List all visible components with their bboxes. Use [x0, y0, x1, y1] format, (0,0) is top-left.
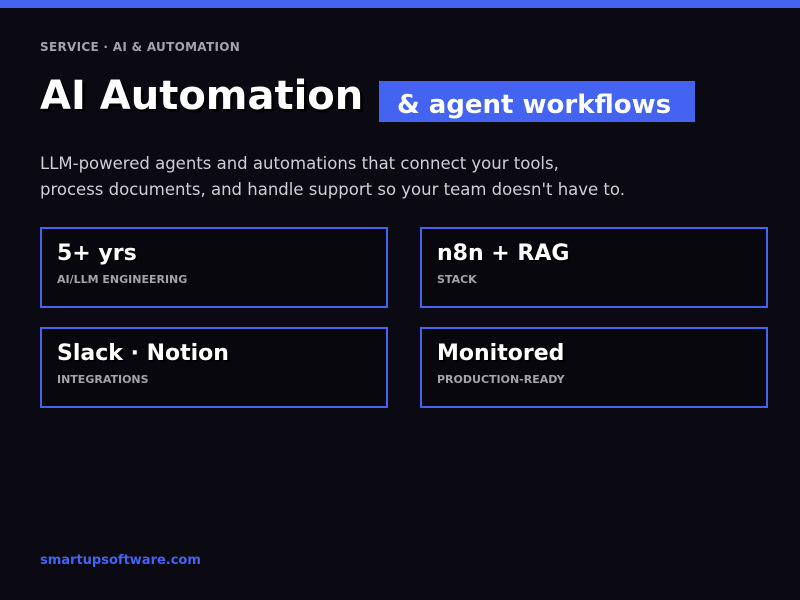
description-line-1: LLM-powered agents and automations that … — [40, 154, 559, 173]
stat-card-stack: n8n + RAG STACK — [420, 227, 768, 308]
stat-label: PRODUCTION-READY — [437, 373, 565, 386]
stat-card-production: Monitored PRODUCTION-READY — [420, 327, 768, 408]
description-line-2: process documents, and handle support so… — [40, 180, 625, 199]
service-description: LLM-powered agents and automations that … — [40, 151, 720, 203]
top-accent-bar — [0, 0, 800, 8]
stat-value: 5+ yrs — [57, 241, 137, 266]
stat-label: AI/LLM ENGINEERING — [57, 273, 188, 286]
stat-value: n8n + RAG — [437, 241, 570, 266]
website-link[interactable]: smartupsoftware.com — [40, 553, 201, 569]
stat-card-experience: 5+ yrs AI/LLM ENGINEERING — [40, 227, 388, 308]
stat-label: STACK — [437, 273, 477, 286]
eyebrow-label: SERVICE · AI & AUTOMATION — [40, 40, 241, 54]
stat-label: INTEGRATIONS — [57, 373, 149, 386]
page-title: AI Automation — [40, 73, 364, 119]
stat-value: Slack · Notion — [57, 341, 229, 366]
stat-card-integrations: Slack · Notion INTEGRATIONS — [40, 327, 388, 408]
stat-value: Monitored — [437, 341, 565, 366]
title-highlight-badge: & agent workflows — [379, 81, 695, 122]
